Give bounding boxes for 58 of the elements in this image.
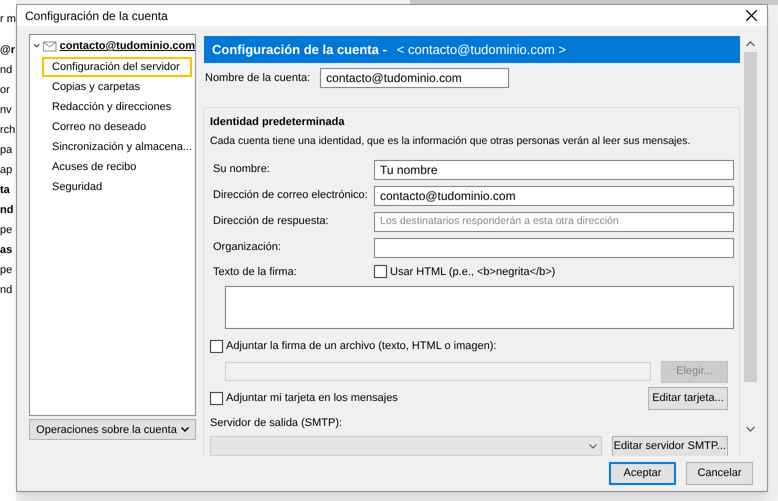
envelope-icon (43, 40, 57, 52)
checkbox-label[interactable]: Adjuntar la firma de un archivo (texto, HTML o imagen): (226, 338, 496, 355)
section-title: Identidad predeterminada (210, 115, 346, 130)
edit-card-button[interactable]: Editar tarjeta... (648, 386, 728, 410)
checkbox-label[interactable]: Adjuntar mi tarjeta en los mensajes (226, 390, 398, 406)
input-field[interactable] (374, 238, 734, 258)
background-list-text: nd (0, 63, 12, 78)
caret-icon[interactable] (33, 43, 40, 50)
field-label: Dirección de correo electrónico: (212, 188, 369, 204)
chevron-down-icon[interactable] (746, 426, 755, 432)
background-list-text: ap (0, 163, 12, 178)
window-title: Configuración de la cuenta (25, 8, 168, 25)
background-list-text: or (0, 83, 10, 98)
header-title: Configuración de la cuenta - (212, 41, 387, 60)
background-list-text: r m (0, 12, 16, 27)
tree-item[interactable]: Configuración del servidor (42, 57, 192, 78)
tree-item[interactable]: Correo no deseado (42, 117, 192, 138)
background-list-text: as (0, 243, 12, 258)
field-label: Servidor de salida (SMTP): (210, 416, 342, 431)
background-list-text: nd (0, 203, 14, 218)
field-label: Organización: (212, 240, 282, 256)
background-list-text: rch (0, 123, 16, 138)
checkbox[interactable] (210, 392, 223, 405)
field-label: Dirección de respuesta: (212, 214, 330, 230)
dialog-button[interactable]: Aceptar (609, 462, 676, 486)
checkbox[interactable] (374, 265, 387, 278)
section-description: Cada cuenta tiene una identidad, que es la información que otras personas verán al leer sus mensajes. (210, 134, 692, 149)
tree-item[interactable]: Copias y carpetas (42, 77, 192, 98)
edit-smtp-button[interactable]: Editar servidor SMTP... (612, 436, 728, 456)
tree-item[interactable]: Redacción y direcciones (42, 97, 192, 118)
header-account: < contacto@tudominio.com > (396, 41, 566, 60)
chevron-down-icon (588, 444, 597, 449)
field-label: Texto de la firma: (212, 264, 298, 280)
signature-text-area[interactable] (225, 286, 734, 330)
input-field[interactable]: contacto@tudominio.com (374, 186, 734, 206)
input-field[interactable]: Tu nombre (374, 160, 734, 180)
background-list-text: pa (0, 143, 12, 158)
background-list-text: nv (0, 103, 12, 118)
account-actions-button[interactable]: Operaciones sobre la cuenta (29, 419, 196, 440)
background-list-text: pe (0, 223, 12, 238)
tree-item[interactable]: Seguridad (42, 177, 192, 198)
tree-account[interactable]: contacto@tudominio.com (60, 38, 195, 55)
account-name-field[interactable]: contacto@tudominio.com (320, 68, 510, 88)
background-list-text: ta (0, 183, 10, 198)
close-icon[interactable] (746, 10, 757, 22)
checkbox[interactable] (210, 340, 223, 353)
tree-item[interactable]: Sincronización y almacena... (42, 137, 192, 158)
chevron-up-icon[interactable] (746, 41, 755, 48)
dialog-button[interactable]: Cancelar (686, 462, 753, 486)
scrollbar-thumb[interactable] (744, 52, 757, 382)
field-label: Nombre de la cuenta: (205, 71, 310, 86)
tree-item[interactable]: Acuses de recibo (42, 157, 192, 178)
chevron-down-icon (180, 427, 189, 432)
file-path-field[interactable] (225, 362, 651, 382)
field-label: Su nombre: (212, 162, 271, 178)
background-list-text: pe (0, 263, 12, 278)
background-list-text: nd (0, 283, 12, 298)
background-list-text: @r (0, 43, 16, 58)
